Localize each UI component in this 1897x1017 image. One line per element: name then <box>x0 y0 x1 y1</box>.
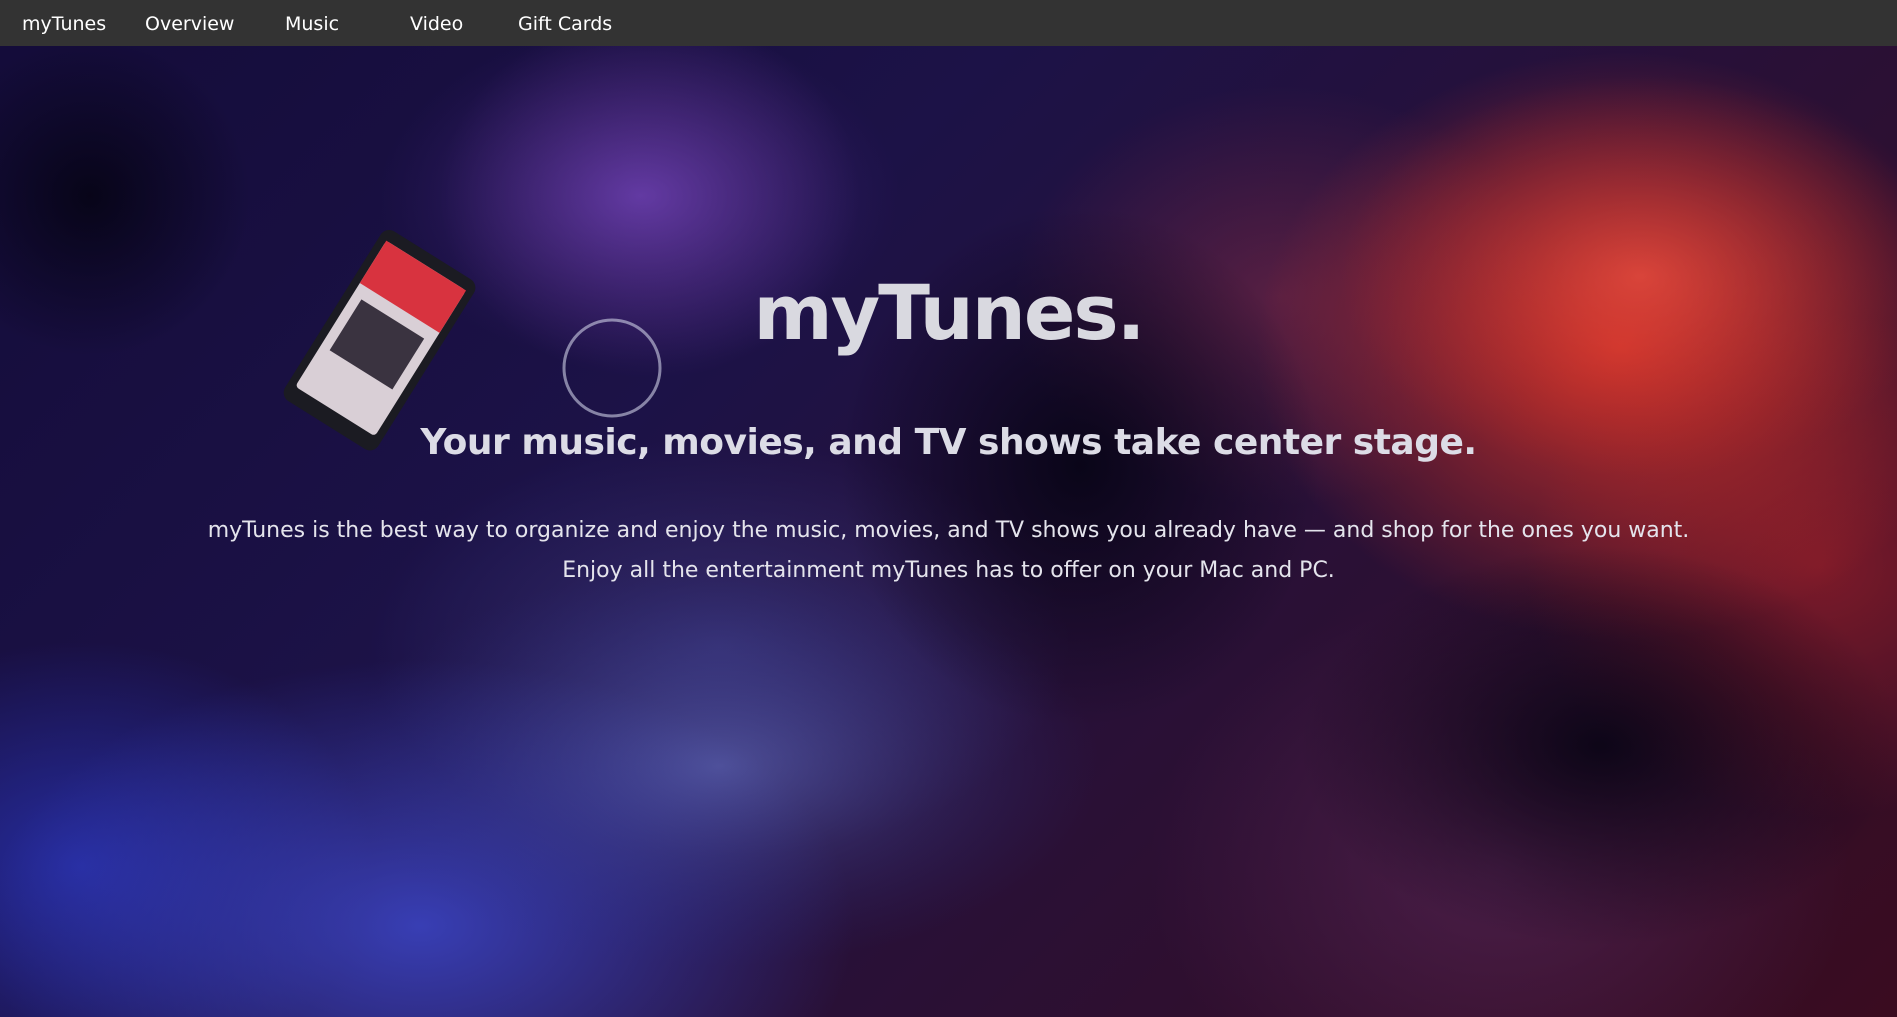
hero-banner: myTunes. Your music, movies, and TV show… <box>0 46 1897 1017</box>
nav-item-music[interactable]: Music <box>285 13 339 35</box>
top-navigation-bar: myTunes Overview Music Video Gift Cards <box>0 0 1897 46</box>
hero-subtitle: Your music, movies, and TV shows take ce… <box>420 422 1477 463</box>
nav-item-video[interactable]: Video <box>410 13 463 35</box>
hero-title: myTunes. <box>753 268 1145 357</box>
nav-item-mytunes[interactable]: myTunes <box>22 13 106 35</box>
hero-description-line-1: myTunes is the best way to organize and … <box>207 518 1690 543</box>
nav-item-gift-cards[interactable]: Gift Cards <box>518 13 612 35</box>
hero-description-line-2: Enjoy all the entertainment myTunes has … <box>562 558 1335 583</box>
nav-item-overview[interactable]: Overview <box>145 13 234 35</box>
